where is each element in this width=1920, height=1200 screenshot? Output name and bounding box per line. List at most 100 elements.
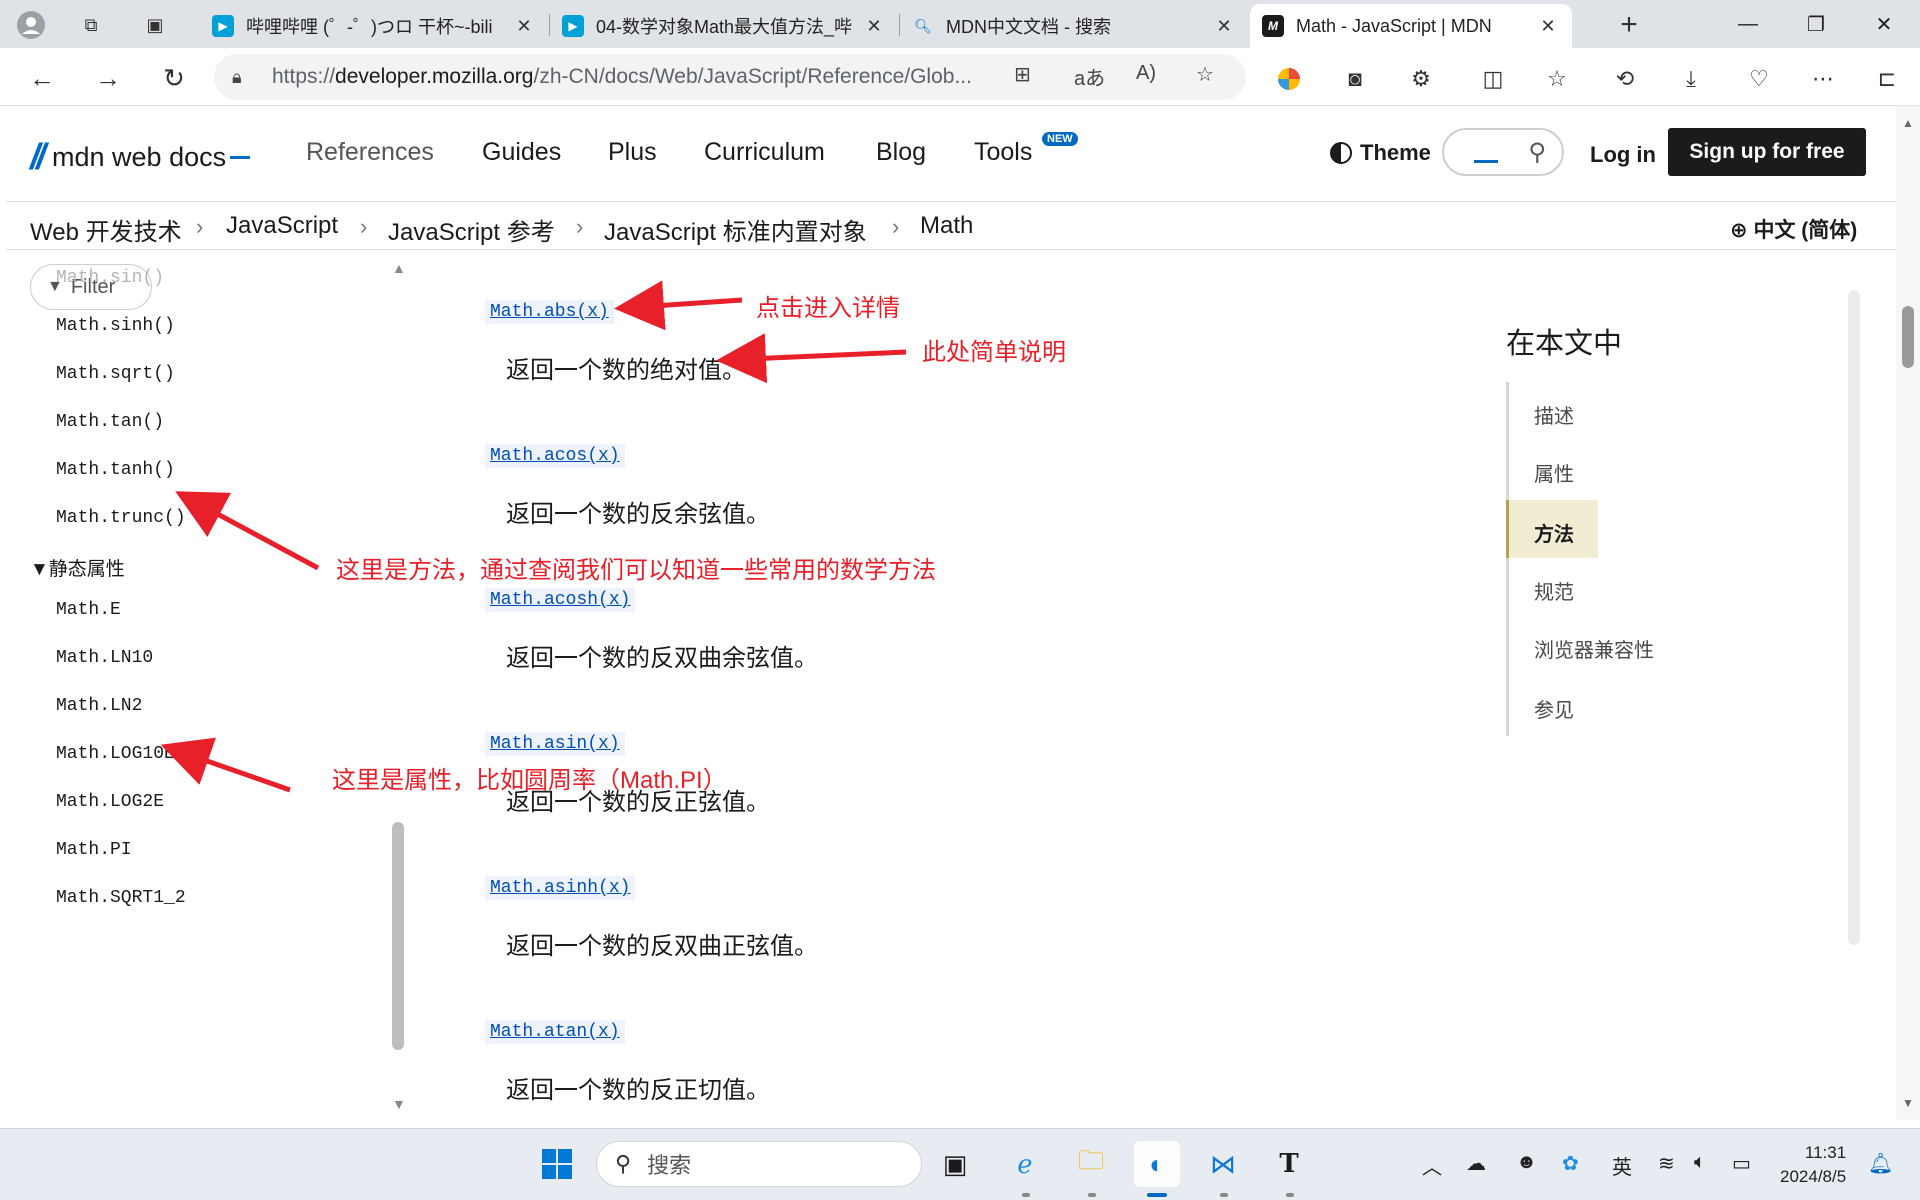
breadcrumb-item[interactable]: Math: [920, 212, 973, 240]
toc-item-see-also[interactable]: 参见: [1534, 694, 1574, 723]
close-tab-icon[interactable]: ✕: [1212, 16, 1236, 37]
sidebar-item[interactable]: Math.trunc(): [56, 508, 186, 528]
sidebar-item[interactable]: Math.sqrt(): [56, 364, 175, 384]
sidebar-item[interactable]: Math.tan(): [56, 412, 164, 432]
method-link[interactable]: Math.atan(x): [485, 1020, 625, 1044]
typora-icon[interactable]: T: [1266, 1141, 1312, 1187]
task-view-icon[interactable]: ▣: [932, 1141, 978, 1187]
method-link[interactable]: Math.acosh(x): [485, 588, 636, 612]
ime-indicator[interactable]: 英: [1612, 1151, 1632, 1180]
chevron-up-icon[interactable]: ︿: [1422, 1151, 1442, 1180]
qq-icon[interactable]: ☻: [1516, 1151, 1537, 1174]
breadcrumb-item[interactable]: Web 开发技术: [30, 212, 182, 247]
site-search-input[interactable]: ⚲: [1442, 128, 1564, 176]
refresh-icon[interactable]: ↻: [154, 58, 194, 98]
content-scrollbar[interactable]: [1848, 290, 1860, 945]
breadcrumb-item[interactable]: JavaScript: [226, 212, 338, 240]
lock-icon[interactable]: 🔒︎: [232, 67, 272, 88]
wifi-icon[interactable]: ≋: [1658, 1151, 1675, 1176]
forward-icon[interactable]: →: [88, 58, 128, 98]
history-icon[interactable]: ⟲: [1608, 62, 1642, 96]
nav-plus[interactable]: Plus: [608, 138, 657, 167]
onedrive-cloud-icon[interactable]: ☁: [1466, 1151, 1486, 1176]
tab-bilibili-home[interactable]: ▶ 哔哩哔哩 (゜-゜)つロ 干杯~-bili ✕: [200, 4, 548, 48]
tab-mdn-math[interactable]: M Math - JavaScript | MDN ✕: [1250, 4, 1572, 48]
volume-icon[interactable]: 🔈︎: [1694, 1151, 1706, 1174]
toc-item-properties[interactable]: 属性: [1534, 458, 1574, 487]
profile-icon[interactable]: [14, 8, 48, 42]
restore-icon[interactable]: ❐: [1782, 0, 1850, 48]
mdn-logo[interactable]: // mdn web docs: [30, 136, 251, 178]
sidebar-item[interactable]: Math.LOG10E: [56, 744, 175, 764]
browser-essentials-icon[interactable]: ♡: [1742, 62, 1776, 96]
extensions-puzzle-icon[interactable]: ⚙: [1404, 62, 1438, 96]
method-link[interactable]: Math.asin(x): [485, 732, 625, 756]
method-link[interactable]: Math.abs(x): [485, 300, 614, 324]
page-scrollbar[interactable]: ▲ ▼: [1896, 106, 1920, 1120]
sidebar-item[interactable]: Math.SQRT1_2: [56, 888, 186, 908]
nav-blog[interactable]: Blog: [876, 138, 926, 167]
close-tab-icon[interactable]: ✕: [862, 16, 886, 37]
breadcrumb-item[interactable]: JavaScript 参考: [388, 212, 555, 247]
language-switcher[interactable]: ⊕ 中文 (简体): [1730, 214, 1857, 244]
sidebar-item[interactable]: Math.LN2: [56, 696, 142, 716]
page-scroll-thumb[interactable]: [1902, 306, 1914, 368]
theme-button[interactable]: Theme: [1330, 140, 1431, 166]
breadcrumb-item[interactable]: JavaScript 标准内置对象: [604, 212, 867, 247]
favorites-icon[interactable]: ☆: [1540, 62, 1574, 96]
more-menu-icon[interactable]: ⋯: [1806, 62, 1840, 96]
workspaces-icon[interactable]: ⧉: [74, 8, 108, 42]
signup-button[interactable]: Sign up for free: [1668, 128, 1866, 176]
back-icon[interactable]: ←: [22, 58, 62, 98]
sidebar-toggle-icon[interactable]: ⊏: [1870, 62, 1904, 96]
nav-tools[interactable]: Tools: [974, 138, 1032, 167]
scroll-up-arrow-icon[interactable]: ▲: [392, 260, 406, 276]
close-window-icon[interactable]: ✕: [1850, 0, 1918, 48]
login-link[interactable]: Log in: [1590, 142, 1656, 168]
tab-bilibili-video[interactable]: ▶ 04-数学对象Math最大值方法_哔 ✕: [550, 4, 898, 48]
battery-icon[interactable]: ▭: [1732, 1151, 1751, 1176]
sidebar-item[interactable]: Math.LOG2E: [56, 792, 164, 812]
nav-references[interactable]: References: [306, 138, 434, 167]
sidebar-item[interactable]: Math.E: [56, 600, 121, 620]
scroll-down-arrow-icon[interactable]: ▼: [392, 1096, 406, 1112]
toc-item-description[interactable]: 描述: [1534, 400, 1574, 429]
method-link[interactable]: Math.asinh(x): [485, 876, 636, 900]
method-link[interactable]: Math.acos(x): [485, 444, 625, 468]
scroll-up-arrow-icon[interactable]: ▲: [1902, 116, 1914, 130]
sidebar-item[interactable]: Math.sinh(): [56, 316, 175, 336]
notification-bell-icon[interactable]: 🔔︎: [1868, 1151, 1893, 1176]
read-aloud-icon[interactable]: A): [1136, 62, 1156, 85]
nav-curriculum[interactable]: Curriculum: [704, 138, 825, 167]
sidebar-scrollbar[interactable]: [392, 822, 404, 1050]
translate-icon[interactable]: aあ: [1074, 62, 1105, 91]
url-text[interactable]: https://developer.mozilla.org/zh-CN/docs…: [272, 65, 972, 89]
favorite-star-icon[interactable]: ☆: [1196, 62, 1214, 87]
edge-browser-icon[interactable]: ◐: [1134, 1141, 1180, 1187]
sidebar-item[interactable]: Math.sin(): [56, 268, 164, 288]
downloads-icon[interactable]: ⤓: [1674, 62, 1708, 96]
app-available-icon[interactable]: ⊞: [1014, 62, 1031, 87]
taskbar-search[interactable]: ⚲ 搜索: [596, 1141, 922, 1187]
split-screen-icon[interactable]: ◫: [1476, 62, 1510, 96]
scroll-down-arrow-icon[interactable]: ▼: [1902, 1096, 1914, 1110]
address-bar[interactable]: 🔒︎ https://developer.mozilla.org/zh-CN/d…: [214, 54, 1246, 100]
copilot-icon[interactable]: ✿: [1562, 1151, 1579, 1176]
sidebar-group-static-properties[interactable]: ▼静态属性: [30, 554, 125, 581]
file-explorer-icon[interactable]: 🗀: [1068, 1141, 1114, 1187]
windows-start-icon[interactable]: [534, 1141, 580, 1187]
toc-item-specifications[interactable]: 规范: [1534, 576, 1574, 605]
ie-edge-icon[interactable]: ℯ: [1002, 1141, 1048, 1187]
new-tab-icon[interactable]: +: [1612, 8, 1646, 42]
sidebar-item[interactable]: Math.LN10: [56, 648, 153, 668]
nav-guides[interactable]: Guides: [482, 138, 561, 167]
toc-item-methods[interactable]: 方法: [1534, 518, 1574, 547]
close-tab-icon[interactable]: ✕: [1536, 16, 1560, 37]
extension-colorful-icon[interactable]: [1272, 62, 1306, 96]
vertical-tabs-icon[interactable]: ▣: [138, 8, 172, 42]
sidebar-item[interactable]: Math.tanh(): [56, 460, 175, 480]
extension-mask-icon[interactable]: ◙: [1338, 62, 1372, 96]
toc-item-browser-compat[interactable]: 浏览器兼容性: [1534, 634, 1654, 663]
system-clock[interactable]: 11:31 2024/8/5: [1780, 1141, 1846, 1189]
vscode-icon[interactable]: ⋈: [1200, 1141, 1246, 1187]
